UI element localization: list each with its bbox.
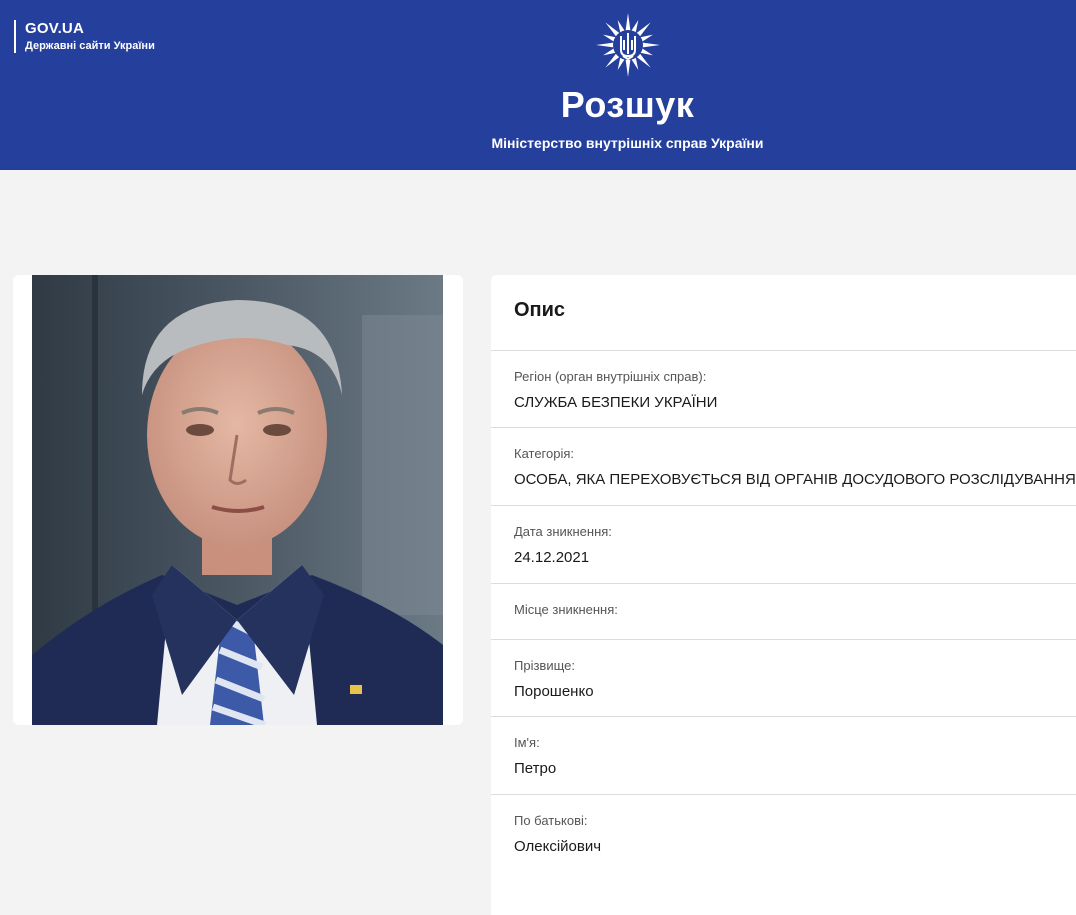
field-patronymic: По батькові: Олексійович: [491, 795, 1076, 885]
field-category: Категорія: ОСОБА, ЯКА ПЕРЕХОВУЄТЬСЯ ВІД …: [491, 428, 1076, 506]
field-date: Дата зникнення: 24.12.2021: [491, 506, 1076, 584]
field-label: Ім'я:: [514, 735, 540, 750]
photo-card: [13, 275, 463, 725]
field-value: Порошенко: [514, 683, 594, 700]
field-label: Дата зникнення:: [514, 524, 612, 539]
page-title: Розшук: [560, 84, 695, 125]
field-region: Регіон (орган внутрішніх справ): СЛУЖБА …: [491, 351, 1076, 428]
person-photo: [32, 275, 443, 725]
page-subtitle: Міністерство внутрішніх справ України: [491, 135, 764, 151]
gov-ua-title: GOV.UA: [25, 20, 84, 37]
field-first-name: Ім'я: Петро: [491, 717, 1076, 795]
field-place: Місце зникнення:: [491, 584, 1076, 640]
field-value: СЛУЖБА БЕЗПЕКИ УКРАЇНИ: [514, 394, 718, 411]
gov-ua-subtitle: Державні сайти України: [25, 40, 155, 52]
field-value: 24.12.2021: [514, 549, 590, 566]
field-label: Категорія:: [514, 446, 575, 461]
field-surname: Прізвище: Порошенко: [491, 640, 1076, 717]
site-header: GOV.UA Державні сайти України Розшук Мін…: [0, 0, 1076, 170]
description-heading: Опис: [491, 275, 1076, 351]
field-value: Петро: [514, 760, 557, 777]
field-label: Прізвище:: [514, 658, 575, 673]
field-value: Олексійович: [514, 838, 602, 855]
field-label: Регіон (орган внутрішніх справ):: [514, 369, 707, 384]
field-value: ОСОБА, ЯКА ПЕРЕХОВУЄТЬСЯ ВІД ОРГАНІВ ДОС…: [514, 471, 1076, 488]
description-card: Опис Регіон (орган внутрішніх справ): СЛ…: [491, 275, 1076, 915]
police-star-trident-icon[interactable]: [595, 12, 661, 78]
field-label: Місце зникнення:: [514, 602, 618, 617]
gov-ua-link[interactable]: GOV.UA Державні сайти України: [14, 20, 155, 53]
field-label: По батькові:: [514, 813, 588, 828]
